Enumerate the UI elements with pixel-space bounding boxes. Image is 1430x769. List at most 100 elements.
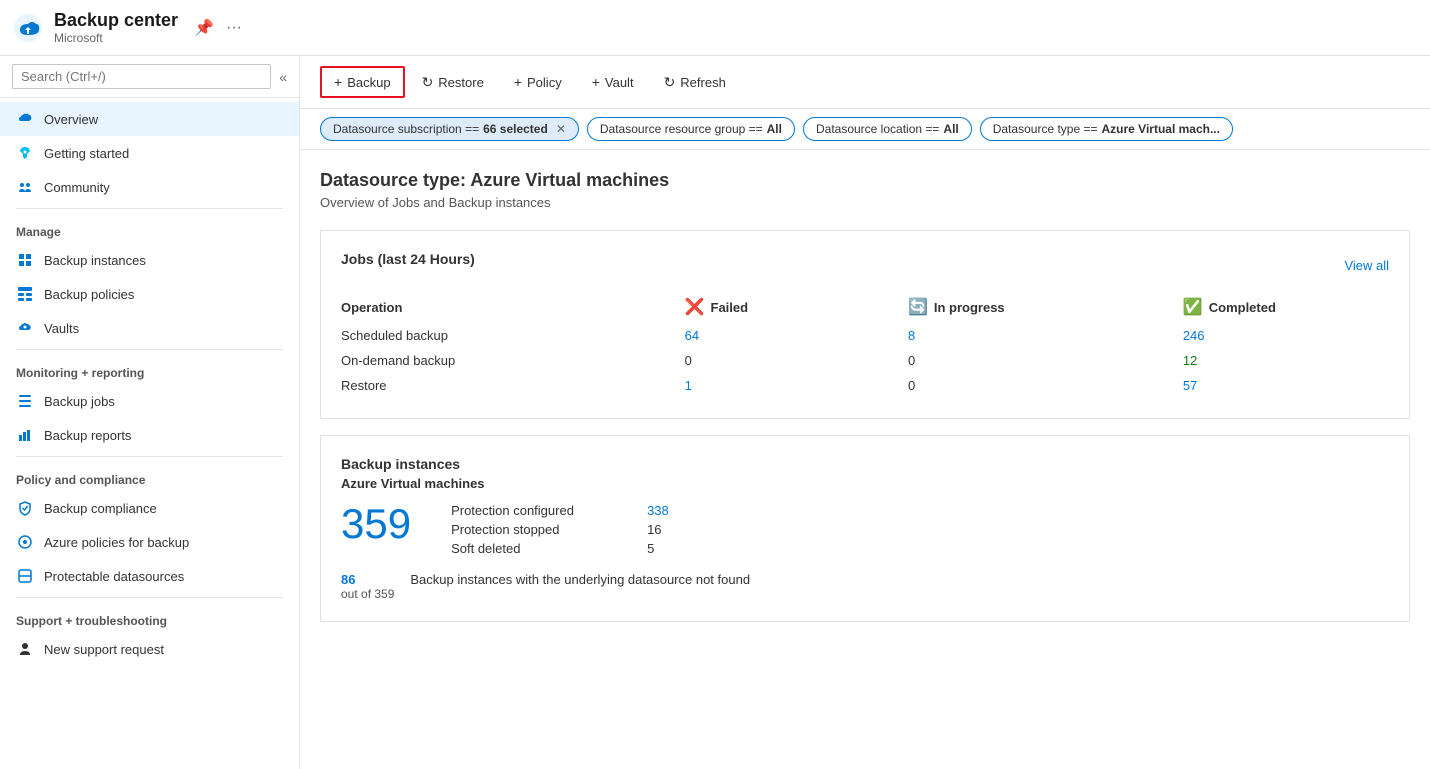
job-progress-restore: 0 [908,373,1183,398]
search-input[interactable] [12,64,271,89]
main-layout: « Overview Getting started [0,56,1430,769]
title-bar: Backup center Microsoft 📌 ··· [0,0,1430,56]
col-progress-label: In progress [934,300,1005,315]
page-title: Datasource type: Azure Virtual machines [320,170,1410,191]
soft-deleted-value: 5 [647,541,654,556]
policy-plus-icon: + [514,74,522,90]
refresh-button-label: Refresh [680,75,726,90]
table-row: Restore 1 0 57 [341,373,1389,398]
restore-failed-link[interactable]: 1 [685,378,692,393]
person-icon [16,640,34,658]
sidebar-label-backup-compliance: Backup compliance [44,501,157,516]
vault-button-label: Vault [605,75,634,90]
jobs-header: Jobs (last 24 Hours) View all [341,251,1389,279]
sidebar-item-backup-compliance[interactable]: Backup compliance [0,491,299,525]
backup-button-label: Backup [347,75,390,90]
filter-resource-group-value: All [767,122,782,136]
filter-datasource-type[interactable]: Datasource type == Azure Virtual mach... [980,117,1233,141]
page-subtitle: Overview of Jobs and Backup instances [320,195,1410,210]
sidebar-item-backup-instances[interactable]: Backup instances [0,243,299,277]
filter-subscription[interactable]: Datasource subscription == 66 selected ✕ [320,117,579,141]
divider-manage [16,208,283,209]
sidebar-label-community: Community [44,180,110,195]
sidebar-label-overview: Overview [44,112,98,127]
datasource-icon [16,567,34,585]
filter-datasource-label: Datasource type == [993,122,1098,136]
jobs-table: Operation ❌ Failed 🔄 In progres [341,291,1389,398]
sidebar-item-new-support-request[interactable]: New support request [0,632,299,666]
sidebar-item-backup-policies[interactable]: Backup policies [0,277,299,311]
job-failed-ondemand: 0 [685,348,908,373]
vault-button[interactable]: + Vault [579,67,647,97]
progress-icon: 🔄 [908,297,928,317]
pin-icon[interactable]: 📌 [190,16,218,40]
job-completed-scheduled: 246 [1183,323,1389,348]
grid-icon [16,251,34,269]
filter-subscription-close[interactable]: ✕ [556,122,566,136]
protection-configured-value[interactable]: 338 [647,503,669,518]
table-row: Scheduled backup 64 8 246 [341,323,1389,348]
sidebar: « Overview Getting started [0,56,300,769]
more-icon[interactable]: ··· [222,17,246,39]
vault-icon [16,319,34,337]
divider-monitoring [16,349,283,350]
sidebar-label-new-support-request: New support request [44,642,164,657]
scheduled-progress-link[interactable]: 8 [908,328,915,343]
list-icon [16,392,34,410]
sidebar-search-container: « [0,56,299,98]
sidebar-item-backup-reports[interactable]: Backup reports [0,418,299,452]
detail-row-protection-configured: Protection configured 338 [451,503,669,518]
policy-button[interactable]: + Policy [501,67,575,97]
section-header-policy: Policy and compliance [0,461,299,491]
instances-details: Protection configured 338 Protection sto… [451,503,669,556]
backup-button[interactable]: + Backup [320,66,405,98]
job-failed-scheduled: 64 [685,323,908,348]
sidebar-item-azure-policies[interactable]: Azure policies for backup [0,525,299,559]
filter-subscription-label: Datasource subscription == [333,122,479,136]
section-header-monitoring: Monitoring + reporting [0,354,299,384]
ondemand-completed-link[interactable]: 12 [1183,353,1197,368]
title-actions: 📌 ··· [190,16,246,40]
sidebar-item-vaults[interactable]: Vaults [0,311,299,345]
sidebar-label-protectable-datasources: Protectable datasources [44,569,184,584]
filter-location-value: All [943,122,958,136]
filter-resource-group[interactable]: Datasource resource group == All [587,117,795,141]
sidebar-label-azure-policies: Azure policies for backup [44,535,189,550]
sidebar-item-overview[interactable]: Overview [0,102,299,136]
sidebar-label-backup-instances: Backup instances [44,253,146,268]
sidebar-item-protectable-datasources[interactable]: Protectable datasources [0,559,299,593]
rocket-icon [16,144,34,162]
policy-icon [16,533,34,551]
job-completed-restore: 57 [1183,373,1389,398]
sidebar-item-backup-jobs[interactable]: Backup jobs [0,384,299,418]
instances-total-count: 359 [341,503,411,545]
app-title: Backup center [54,10,178,32]
restore-button-label: Restore [438,75,484,90]
footer-sub: out of 359 [341,587,394,601]
collapse-button[interactable]: « [279,69,287,85]
backup-center-icon [12,12,44,44]
filter-location[interactable]: Datasource location == All [803,117,972,141]
scheduled-failed-link[interactable]: 64 [685,328,699,343]
restore-completed-link[interactable]: 57 [1183,378,1197,393]
footer-count-link[interactable]: 86 [341,572,394,587]
job-completed-ondemand: 12 [1183,348,1389,373]
restore-button[interactable]: ↻ Restore [409,67,497,98]
restore-icon: ↻ [422,74,434,91]
sidebar-item-getting-started[interactable]: Getting started [0,136,299,170]
refresh-button[interactable]: ↻ Refresh [651,67,739,98]
divider-policy [16,456,283,457]
scheduled-completed-link[interactable]: 246 [1183,328,1205,343]
detail-row-soft-deleted: Soft deleted 5 [451,541,669,556]
plus-icon: + [334,74,342,90]
sidebar-label-backup-policies: Backup policies [44,287,134,302]
job-progress-ondemand: 0 [908,348,1183,373]
vault-plus-icon: + [592,74,600,90]
table-icon [16,285,34,303]
view-all-link[interactable]: View all [1344,258,1389,273]
jobs-card: Jobs (last 24 Hours) View all Operation … [320,230,1410,419]
col-header-progress: 🔄 In progress [908,291,1183,323]
sidebar-item-community[interactable]: Community [0,170,299,204]
sidebar-label-getting-started: Getting started [44,146,129,161]
chart-icon [16,426,34,444]
